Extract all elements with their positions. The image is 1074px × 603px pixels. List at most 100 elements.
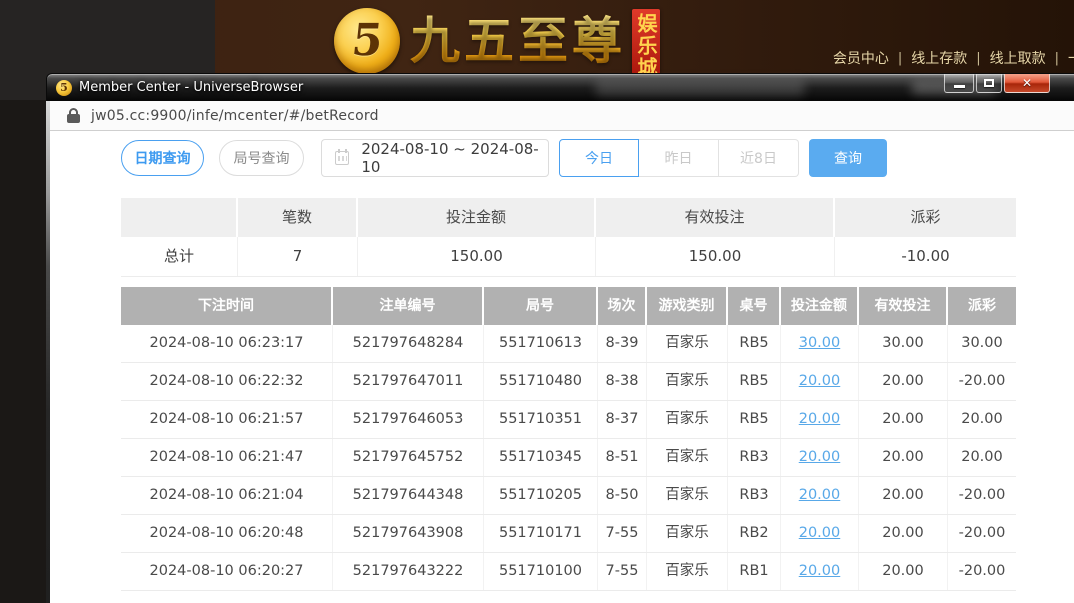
- date-range-value: 2024-08-10 ~ 2024-08-10: [361, 140, 548, 176]
- col-valid: 有效投注: [859, 287, 948, 325]
- nav-separator: |: [976, 51, 980, 66]
- cell-valid: 30.00: [859, 325, 948, 362]
- nav-separator: |: [1055, 51, 1059, 66]
- window-titlebar[interactable]: 5 Member Center - UniverseBrowser ✕: [46, 73, 1074, 101]
- cell-round: 551710613: [484, 325, 598, 362]
- bet-amount-link[interactable]: 20.00: [799, 373, 841, 389]
- bet-amount-link[interactable]: 20.00: [799, 411, 841, 427]
- page-content: 日期查询 局号查询 2024-08-10 ~ 2024-08-10 今日 昨日 …: [50, 131, 1074, 603]
- date-query-tab[interactable]: 日期查询: [121, 140, 204, 176]
- summary-count-value: 7: [238, 237, 358, 276]
- close-icon: ✕: [1022, 76, 1032, 90]
- cell-table: RB5: [728, 401, 781, 438]
- maximize-button[interactable]: [976, 74, 1002, 93]
- bet-amount-link[interactable]: 20.00: [799, 449, 841, 465]
- maximize-icon: [984, 79, 994, 87]
- cell-bet-id: 521797643908: [333, 515, 484, 552]
- cell-valid: 20.00: [859, 439, 948, 476]
- address-bar[interactable]: jw05.cc:9900/infe/mcenter/#/betRecord: [50, 101, 1074, 131]
- cell-table: RB2: [728, 515, 781, 552]
- logo-number: 5: [349, 19, 384, 63]
- nav-clipped-item[interactable]: 一: [1068, 48, 1074, 68]
- window-icon: 5: [56, 80, 72, 96]
- cell-bet-id: 521797644348: [333, 477, 484, 514]
- summary-valid-bet-value: 150.00: [596, 237, 835, 276]
- cell-valid: 20.00: [859, 477, 948, 514]
- cell-game: 百家乐: [647, 553, 728, 590]
- table-row: 2024-08-10 06:21:57 521797646053 5517103…: [121, 401, 1016, 439]
- close-button[interactable]: ✕: [1004, 74, 1050, 93]
- cell-round: 551710480: [484, 363, 598, 400]
- col-game: 游戏类别: [647, 287, 728, 325]
- quick-8days-button[interactable]: 近8日: [719, 139, 799, 177]
- cell-payout: -20.00: [948, 363, 1016, 400]
- summary-total-row: 总计 7 150.00 150.00 -10.00: [121, 237, 1016, 277]
- table-row: 2024-08-10 06:21:04 521797644348 5517102…: [121, 477, 1016, 515]
- col-amount: 投注金额: [781, 287, 859, 325]
- window-title: Member Center - UniverseBrowser: [79, 80, 303, 95]
- bet-amount-link[interactable]: 30.00: [799, 335, 841, 351]
- bet-amount-link[interactable]: 20.00: [799, 487, 841, 503]
- cell-time: 2024-08-10 06:20:27: [121, 553, 333, 590]
- cell-session: 7-55: [598, 515, 647, 552]
- date-range-input[interactable]: 2024-08-10 ~ 2024-08-10: [321, 139, 549, 177]
- cell-payout: 20.00: [948, 401, 1016, 438]
- cell-payout: -20.00: [948, 477, 1016, 514]
- cell-time: 2024-08-10 06:20:48: [121, 515, 333, 552]
- minimize-button[interactable]: [944, 74, 974, 93]
- logo-coin-icon: 5: [334, 8, 400, 74]
- cell-game: 百家乐: [647, 401, 728, 438]
- nav-withdraw[interactable]: 线上取款: [990, 48, 1046, 68]
- cell-game: 百家乐: [647, 325, 728, 362]
- quick-yesterday-button[interactable]: 昨日: [639, 139, 719, 177]
- cell-bet-id: 521797648284: [333, 325, 484, 362]
- cell-bet-id: 521797646053: [333, 401, 484, 438]
- filter-bar: 日期查询 局号查询 2024-08-10 ~ 2024-08-10 今日 昨日 …: [121, 139, 887, 177]
- bet-amount-link[interactable]: 20.00: [799, 563, 841, 579]
- cell-round: 551710345: [484, 439, 598, 476]
- cell-session: 8-50: [598, 477, 647, 514]
- table-row: 2024-08-10 06:21:47 521797645752 5517103…: [121, 439, 1016, 477]
- cell-table: RB3: [728, 439, 781, 476]
- quick-range-group: 今日 昨日 近8日: [559, 139, 799, 177]
- cell-session: 8-38: [598, 363, 647, 400]
- nav-member-center[interactable]: 会员中心: [833, 48, 889, 68]
- summary-header-count: 笔数: [238, 198, 358, 237]
- col-table: 桌号: [728, 287, 781, 325]
- cell-table: RB1: [728, 553, 781, 590]
- cell-round: 551710171: [484, 515, 598, 552]
- cell-session: 8-51: [598, 439, 647, 476]
- window-body: jw05.cc:9900/infe/mcenter/#/betRecord 日期…: [46, 101, 1074, 603]
- calendar-icon: [335, 151, 349, 165]
- logo-title: 九五至尊: [410, 5, 626, 77]
- top-nav: 会员中心 | 线上存款 | 线上取款 | 一: [833, 48, 1074, 68]
- summary-header-valid-bet: 有效投注: [596, 198, 835, 237]
- lock-icon: [67, 108, 80, 123]
- quick-today-button[interactable]: 今日: [559, 139, 639, 177]
- cell-valid: 20.00: [859, 401, 948, 438]
- cell-session: 8-39: [598, 325, 647, 362]
- bet-records-table: 下注时间 注单编号 局号 场次 游戏类别 桌号 投注金额 有效投注 派彩 202…: [121, 287, 1016, 591]
- table-row: 2024-08-10 06:22:32 521797647011 5517104…: [121, 363, 1016, 401]
- cell-round: 551710351: [484, 401, 598, 438]
- summary-header-payout: 派彩: [835, 198, 1016, 237]
- cell-game: 百家乐: [647, 439, 728, 476]
- round-query-tab[interactable]: 局号查询: [219, 140, 304, 176]
- cell-bet-id: 521797643222: [333, 553, 484, 590]
- cell-bet-id: 521797647011: [333, 363, 484, 400]
- window-controls: ✕: [942, 74, 1050, 93]
- search-button[interactable]: 查询: [809, 139, 887, 177]
- nav-deposit[interactable]: 线上存款: [911, 48, 967, 68]
- page: 5 九五至尊 娱乐城 会员中心 | 线上存款 | 线上取款 | 一 5 Memb…: [0, 0, 1074, 603]
- summary-header-row: 笔数 投注金额 有效投注 派彩: [121, 198, 1016, 237]
- cell-time: 2024-08-10 06:21:47: [121, 439, 333, 476]
- cell-time: 2024-08-10 06:21:57: [121, 401, 333, 438]
- summary-table: 笔数 投注金额 有效投注 派彩 总计 7 150.00 150.00 -10.0…: [121, 198, 1016, 277]
- browser-window: 5 Member Center - UniverseBrowser ✕ jw05…: [46, 73, 1074, 603]
- cell-session: 8-37: [598, 401, 647, 438]
- bet-amount-link[interactable]: 20.00: [799, 525, 841, 541]
- nav-separator: |: [898, 51, 902, 66]
- blurred-background-content: [595, 80, 805, 96]
- col-time: 下注时间: [121, 287, 333, 325]
- col-payout: 派彩: [948, 287, 1016, 325]
